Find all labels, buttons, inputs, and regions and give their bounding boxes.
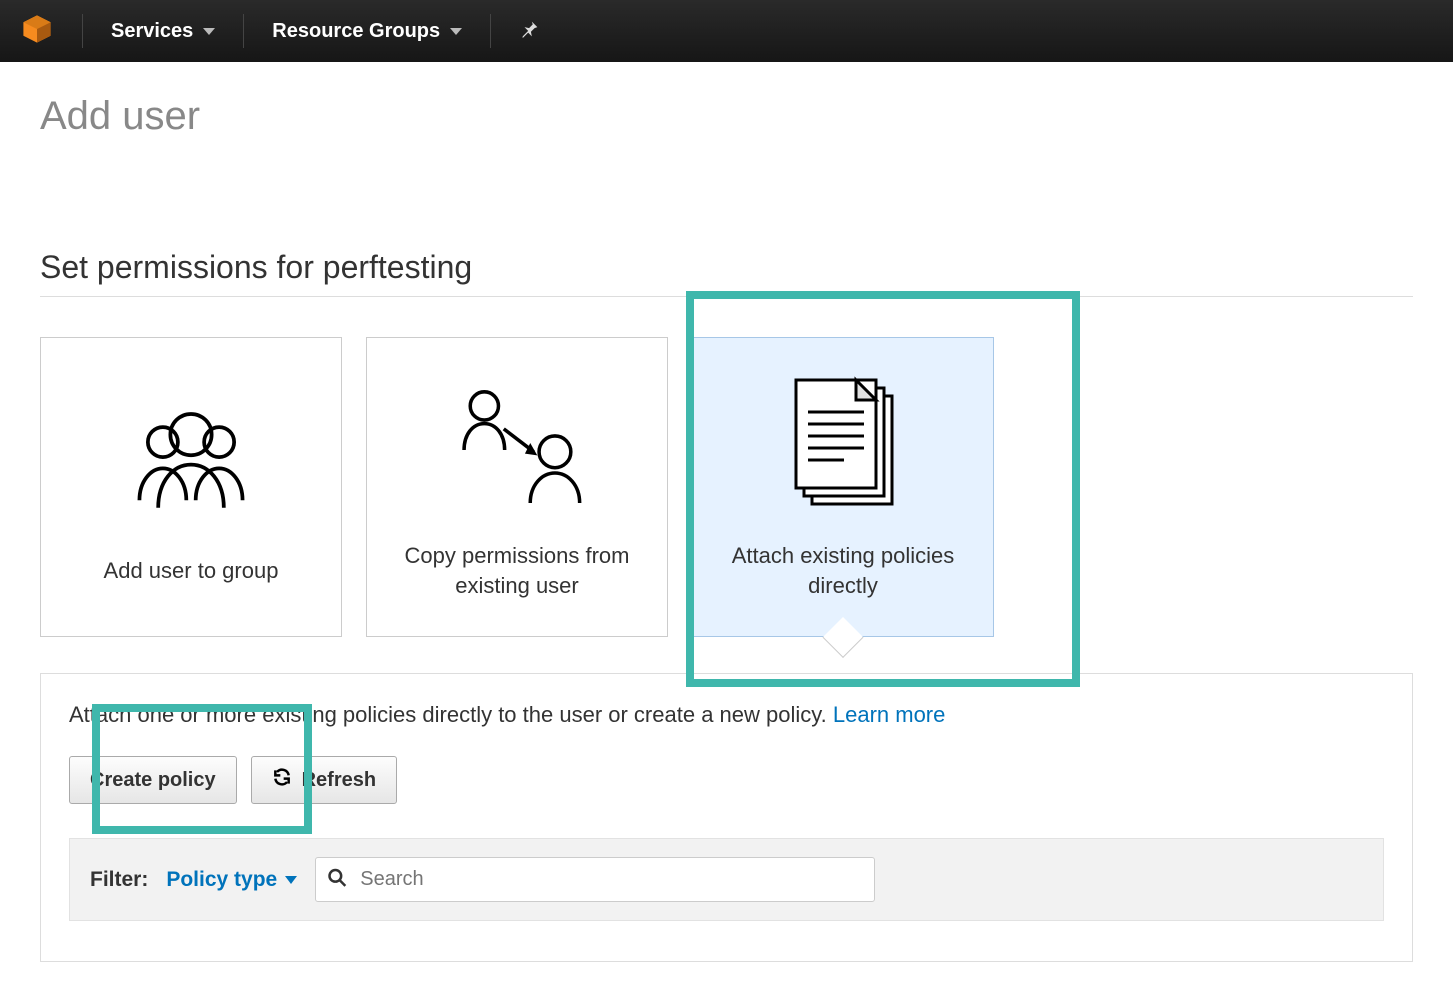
search-input[interactable] [315,857,875,902]
nav-resource-groups-label: Resource Groups [272,20,440,43]
users-group-icon [116,388,266,528]
section-title: Set permissions for perftesting [40,249,1413,297]
refresh-label: Refresh [302,769,376,792]
nav-divider [82,14,83,48]
pin-icon[interactable] [519,18,541,45]
chevron-down-icon [203,28,215,35]
chevron-down-icon [450,28,462,35]
button-row: Create policy Refresh [69,756,1384,804]
card-attach-policies-label: Attach existing policies directly [693,541,993,600]
refresh-button[interactable]: Refresh [251,756,397,804]
card-attach-policies[interactable]: Attach existing policies directly [692,337,994,637]
copy-user-icon [442,373,592,513]
nav-resource-groups[interactable]: Resource Groups [272,20,462,43]
filter-label: Filter: [90,868,148,892]
permission-option-cards: Add user to group Copy permissions from … [40,337,1413,637]
card-copy-permissions-label: Copy permissions from existing user [367,541,667,600]
nav-divider [490,14,491,48]
top-nav: Services Resource Groups [0,0,1453,62]
page-body: Add user Set permissions for perftesting… [0,62,1453,994]
card-add-to-group[interactable]: Add user to group [40,337,342,637]
policy-document-icon [768,373,918,513]
nav-services-label: Services [111,20,193,43]
card-copy-permissions[interactable]: Copy permissions from existing user [366,337,668,637]
refresh-icon [272,767,292,793]
nav-services[interactable]: Services [111,20,215,43]
create-policy-button[interactable]: Create policy [69,756,237,804]
attach-policies-panel: Attach one or more existing policies dir… [40,673,1413,962]
attach-description-text: Attach one or more existing policies dir… [69,702,833,727]
nav-divider [243,14,244,48]
filter-bar: Filter: Policy type [69,838,1384,921]
page-title: Add user [40,94,1413,139]
chevron-down-icon [285,876,297,884]
filter-policy-type-dropdown[interactable]: Policy type [166,868,297,892]
search-wrapper [315,857,875,902]
search-icon [327,867,347,892]
card-add-to-group-label: Add user to group [86,556,297,586]
learn-more-link[interactable]: Learn more [833,702,946,727]
attach-description: Attach one or more existing policies dir… [69,702,1384,728]
aws-logo-icon[interactable] [20,12,54,51]
filter-policy-type-label: Policy type [166,868,277,892]
create-policy-label: Create policy [90,769,216,792]
